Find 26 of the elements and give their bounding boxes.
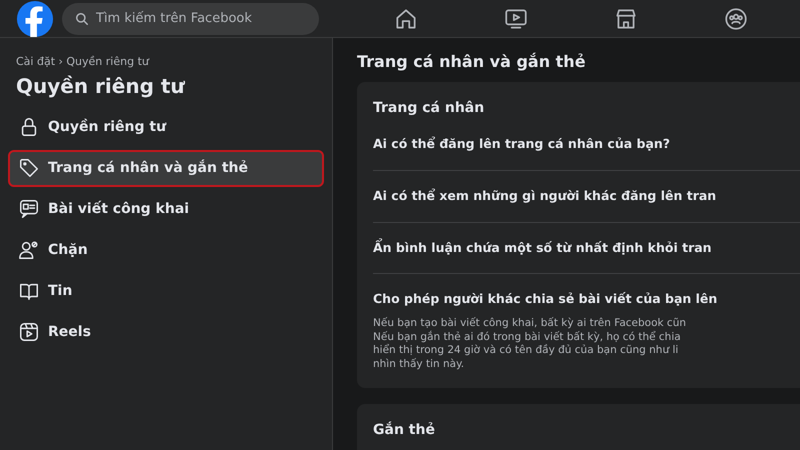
- setting-description: Nếu bạn tạo bài viết công khai, bất kỳ ai trên Facebook cũn: [373, 317, 688, 330]
- setting-description: nhìn thấy tin này.: [373, 358, 466, 372]
- setting-label[interactable]: Ẩn bình luận chứa một số từ nhất định khỏi tran: [373, 230, 800, 266]
- sidebar-item[interactable]: Tin: [8, 272, 324, 310]
- setting-label[interactable]: Cho phép người khác chia sẻ bài viết của bạn lên: [373, 282, 800, 317]
- setting-label[interactable]: Ai có thể đăng lên trang cá nhân của bạn?: [373, 127, 800, 162]
- sidebar-item[interactable]: Bài viết công khai: [8, 190, 324, 228]
- logo-icon[interactable]: [16, 0, 54, 38]
- search-field[interactable]: Tìm kiếm trên Facebook: [62, 2, 319, 34]
- tag-icon: [18, 157, 40, 179]
- sidebar-item[interactable]: Quyền riêng tư: [8, 108, 324, 146]
- sidebar-item[interactable]: Reels: [8, 314, 324, 350]
- person-blocked-icon: [18, 239, 40, 261]
- card-title: Gắn thẻ: [373, 420, 436, 440]
- breadcrumb-text[interactable]: Cài đặt › Quyền riêng tư: [8, 54, 324, 70]
- sidebar-item[interactable]: Trang cá nhân và gắn thẻ: [8, 150, 324, 186]
- setting-description: Nếu bạn gắn thẻ ai đó trong bài viết bất kỳ, họ có thể chia: [373, 330, 682, 344]
- search-icon: [75, 12, 89, 26]
- speech-card-icon: [18, 198, 40, 220]
- page-title: Quyền riêng tư: [15, 72, 186, 100]
- section-heading: Trang cá nhân và gắn thẻ: [357, 51, 587, 73]
- setting-label[interactable]: Ai có thể xem những gì người khác đăng lên tran: [373, 178, 800, 214]
- reels-icon: [18, 321, 40, 343]
- setting-description: hiển thị trong 24 giờ và có tên đầy đủ của bạn cũng như li: [373, 344, 680, 358]
- sidebar-item[interactable]: Chặn: [8, 232, 324, 268]
- card-title: Trang cá nhân: [373, 99, 486, 118]
